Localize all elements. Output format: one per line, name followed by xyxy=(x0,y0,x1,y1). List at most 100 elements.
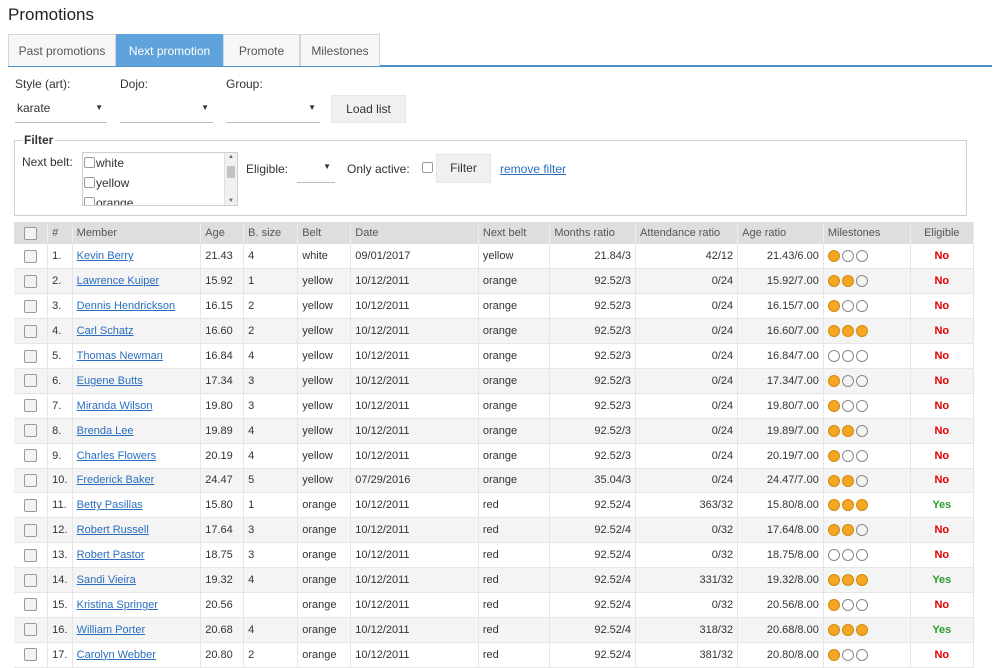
filter-button[interactable]: Filter xyxy=(436,154,491,183)
next-belt-cell: orange xyxy=(478,343,551,369)
column-header[interactable]: B. size xyxy=(243,222,299,244)
member-link[interactable]: Lawrence Kuiper xyxy=(77,275,160,287)
remove-filter-link[interactable]: remove filter xyxy=(500,162,566,176)
member-link[interactable]: Robert Russell xyxy=(77,524,149,536)
column-header[interactable]: # xyxy=(47,222,73,244)
member-link[interactable]: Miranda Wilson xyxy=(77,400,153,412)
column-header[interactable]: Member xyxy=(72,222,202,244)
member-link[interactable]: Brenda Lee xyxy=(77,425,134,437)
column-header[interactable]: Attendance ratio xyxy=(635,222,739,244)
attendance-ratio-cell: 318/32 xyxy=(635,617,739,643)
style-select[interactable]: karate ▼ xyxy=(15,96,107,123)
column-header[interactable]: Next belt xyxy=(478,222,551,244)
listbox-scrollbar[interactable]: ▲ ▼ xyxy=(224,153,237,205)
row-checkbox[interactable] xyxy=(24,648,38,662)
row-checkbox[interactable] xyxy=(24,399,38,413)
belt-size-cell: 1 xyxy=(243,268,299,295)
row-checkbox[interactable] xyxy=(24,324,38,338)
column-header[interactable]: Date xyxy=(350,222,479,244)
checkbox[interactable] xyxy=(84,157,95,168)
member-link[interactable]: Sandi Vieira xyxy=(77,574,136,586)
row-checkbox[interactable] xyxy=(24,274,38,288)
age-cell: 18.75 xyxy=(200,542,245,569)
row-checkbox[interactable] xyxy=(24,548,38,562)
row-select-cell[interactable] xyxy=(14,567,49,593)
row-checkbox[interactable] xyxy=(24,374,38,388)
row-select-cell[interactable] xyxy=(14,517,49,544)
members-table: # Member Age B. size Belt Date Next belt… xyxy=(14,222,975,668)
row-select-cell[interactable] xyxy=(14,244,49,270)
row-checkbox[interactable] xyxy=(24,249,38,263)
row-select-cell[interactable] xyxy=(14,293,49,320)
column-header[interactable]: Eligible xyxy=(910,222,975,244)
member-link[interactable]: Charles Flowers xyxy=(77,450,156,462)
checkbox[interactable] xyxy=(84,177,95,188)
member-link[interactable]: Carolyn Webber xyxy=(77,649,156,661)
row-select-cell[interactable] xyxy=(14,318,49,345)
scroll-up-icon[interactable]: ▲ xyxy=(225,154,237,160)
select-all-checkbox[interactable] xyxy=(24,226,38,240)
row-select-cell[interactable] xyxy=(14,592,49,618)
load-list-button[interactable]: Load list xyxy=(331,95,406,123)
member-link[interactable]: Kristina Springer xyxy=(77,599,158,611)
scroll-thumb[interactable] xyxy=(227,166,235,178)
group-select[interactable]: ▼ xyxy=(226,96,320,123)
row-select-cell[interactable] xyxy=(14,418,49,444)
row-checkbox[interactable] xyxy=(24,573,38,587)
row-checkbox[interactable] xyxy=(24,299,38,313)
tab-promote[interactable]: Promote xyxy=(223,34,300,66)
next-belt-listbox[interactable]: white yellow orange ▲ ▼ xyxy=(82,152,238,206)
column-header[interactable]: Milestones xyxy=(823,222,911,244)
row-checkbox[interactable] xyxy=(24,598,38,612)
next-belt-option[interactable]: orange xyxy=(83,193,237,205)
member-link[interactable]: Betty Pasillas xyxy=(77,499,143,511)
tab-past-promotions[interactable]: Past promotions xyxy=(8,34,116,66)
only-active-checkbox[interactable] xyxy=(422,162,433,173)
row-select-cell[interactable] xyxy=(14,642,49,668)
row-checkbox[interactable] xyxy=(24,349,38,363)
select-all-header[interactable] xyxy=(14,222,49,244)
column-header[interactable]: Months ratio xyxy=(549,222,637,244)
row-checkbox[interactable] xyxy=(24,498,38,512)
row-select-cell[interactable] xyxy=(14,268,49,295)
scroll-down-icon[interactable]: ▼ xyxy=(225,198,237,204)
dojo-select[interactable]: ▼ xyxy=(120,96,213,123)
row-select-cell[interactable] xyxy=(14,393,49,419)
date-cell: 10/12/2011 xyxy=(350,492,479,519)
next-belt-option[interactable]: yellow xyxy=(83,173,237,193)
next-belt-cell: orange xyxy=(478,418,551,444)
style-select-value: karate xyxy=(17,101,51,115)
row-checkbox[interactable] xyxy=(24,523,38,537)
column-header[interactable]: Belt xyxy=(297,222,352,244)
row-select-cell[interactable] xyxy=(14,617,49,643)
tab-milestones[interactable]: Milestones xyxy=(300,34,380,66)
row-checkbox[interactable] xyxy=(24,424,38,438)
member-link[interactable]: Carl Schatz xyxy=(77,325,134,337)
row-select-cell[interactable] xyxy=(14,343,49,369)
eligible-select[interactable]: ▼ xyxy=(297,155,335,183)
member-link[interactable]: Robert Pastor xyxy=(77,549,145,561)
member-link[interactable]: Kevin Berry xyxy=(77,250,134,262)
row-select-cell[interactable] xyxy=(14,368,49,394)
member-link[interactable]: Thomas Newman xyxy=(77,350,163,362)
member-link[interactable]: Frederick Baker xyxy=(77,474,155,486)
row-select-cell[interactable] xyxy=(14,492,49,519)
age-ratio-cell: 15.80/8.00 xyxy=(737,492,824,519)
row-select-cell[interactable] xyxy=(14,468,49,494)
row-select-cell[interactable] xyxy=(14,542,49,569)
next-belt-option[interactable]: white xyxy=(83,153,237,173)
member-link[interactable]: Eugene Butts xyxy=(77,375,143,387)
row-checkbox[interactable] xyxy=(24,623,38,637)
checkbox[interactable] xyxy=(84,197,95,205)
column-header[interactable]: Age ratio xyxy=(737,222,824,244)
member-link[interactable]: Dennis Hendrickson xyxy=(77,300,175,312)
chevron-down-icon: ▼ xyxy=(95,103,103,112)
row-number: 1. xyxy=(47,244,73,270)
member-link[interactable]: William Porter xyxy=(77,624,145,636)
row-select-cell[interactable] xyxy=(14,443,49,469)
row-checkbox[interactable] xyxy=(24,449,38,463)
milestone-empty-icon xyxy=(855,648,868,661)
tab-next-promotion[interactable]: Next promotion xyxy=(116,34,223,66)
column-header[interactable]: Age xyxy=(200,222,245,244)
row-checkbox[interactable] xyxy=(24,473,38,487)
